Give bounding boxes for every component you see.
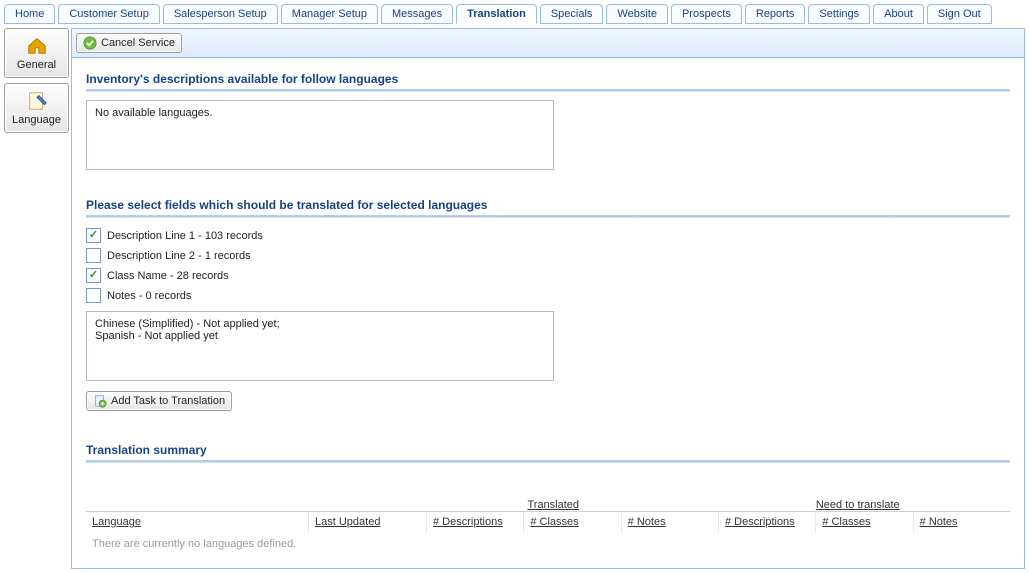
col-notes-t[interactable]: # Notes	[621, 512, 718, 532]
tab-reports[interactable]: Reports	[745, 4, 806, 24]
section-fields-title: Please select fields which should be tra…	[86, 198, 1010, 212]
tab-sign-out[interactable]: Sign Out	[927, 4, 992, 24]
tab-translation[interactable]: Translation	[456, 4, 537, 24]
checkbox-label: Class Name - 28 records	[107, 270, 229, 282]
field-option-row: Description Line 1 - 103 records	[86, 228, 1010, 243]
section-summary-title: Translation summary	[86, 443, 1010, 457]
add-document-icon	[93, 394, 107, 408]
col-classes-t[interactable]: # Classes	[523, 512, 620, 532]
tab-about[interactable]: About	[873, 4, 924, 24]
summary-header-cols: Language Last Updated # Descriptions # C…	[86, 512, 1010, 532]
field-option-row: Notes - 0 records	[86, 288, 1010, 303]
col-descriptions-n[interactable]: # Descriptions	[718, 512, 815, 532]
content-panel: Cancel Service Inventory's descriptions …	[71, 28, 1025, 569]
checkbox-label: Notes - 0 records	[107, 290, 191, 302]
checkbox-label: Description Line 1 - 103 records	[107, 230, 263, 242]
applied-status-box: Chinese (Simplified) - Not applied yet; …	[86, 311, 554, 381]
tab-prospects[interactable]: Prospects	[671, 4, 742, 24]
top-tabbar: Home Customer Setup Salesperson Setup Ma…	[0, 0, 1029, 24]
tab-manager-setup[interactable]: Manager Setup	[281, 4, 378, 24]
col-descriptions-t[interactable]: # Descriptions	[426, 512, 523, 532]
col-classes-n[interactable]: # Classes	[815, 512, 912, 532]
content-toolbar: Cancel Service	[72, 29, 1024, 58]
sidebar-label-language: Language	[12, 114, 61, 126]
checkbox-notes[interactable]	[86, 288, 101, 303]
tab-messages[interactable]: Messages	[381, 4, 453, 24]
add-task-label: Add Task to Translation	[111, 395, 225, 407]
divider	[86, 215, 1010, 218]
tab-settings[interactable]: Settings	[808, 4, 870, 24]
col-notes-n[interactable]: # Notes	[913, 512, 1010, 532]
section-available-title: Inventory's descriptions available for f…	[86, 72, 1010, 86]
check-circle-icon	[83, 36, 97, 50]
field-option-row: Description Line 2 - 1 records	[86, 248, 1010, 263]
add-task-button[interactable]: Add Task to Translation	[86, 391, 232, 411]
checkbox-class-name[interactable]	[86, 268, 101, 283]
sidebar-btn-language[interactable]: Language	[4, 83, 69, 133]
checkbox-label: Description Line 2 - 1 records	[107, 250, 251, 262]
checkbox-desc-line-1[interactable]	[86, 228, 101, 243]
document-edit-icon	[26, 90, 48, 112]
cancel-service-button[interactable]: Cancel Service	[76, 33, 182, 53]
summary-table: Translated Need to translate Language La…	[86, 499, 1010, 562]
col-last-updated[interactable]: Last Updated	[308, 512, 426, 532]
checkbox-desc-line-2[interactable]	[86, 248, 101, 263]
sidebar: General Language	[4, 28, 67, 569]
col-language[interactable]: Language	[86, 512, 308, 532]
sidebar-label-general: General	[17, 59, 56, 71]
home-icon	[26, 35, 48, 57]
tab-website[interactable]: Website	[606, 4, 668, 24]
tab-home[interactable]: Home	[4, 4, 55, 24]
summary-header-groups: Translated Need to translate	[86, 499, 1010, 512]
sidebar-btn-general[interactable]: General	[4, 28, 69, 78]
cancel-service-label: Cancel Service	[101, 37, 175, 49]
tab-customer-setup[interactable]: Customer Setup	[58, 4, 159, 24]
divider	[86, 89, 1010, 92]
tab-specials[interactable]: Specials	[540, 4, 604, 24]
available-languages-box: No available languages.	[86, 100, 554, 170]
divider	[86, 460, 1010, 463]
tab-salesperson-setup[interactable]: Salesperson Setup	[163, 4, 278, 24]
field-option-row: Class Name - 28 records	[86, 268, 1010, 283]
